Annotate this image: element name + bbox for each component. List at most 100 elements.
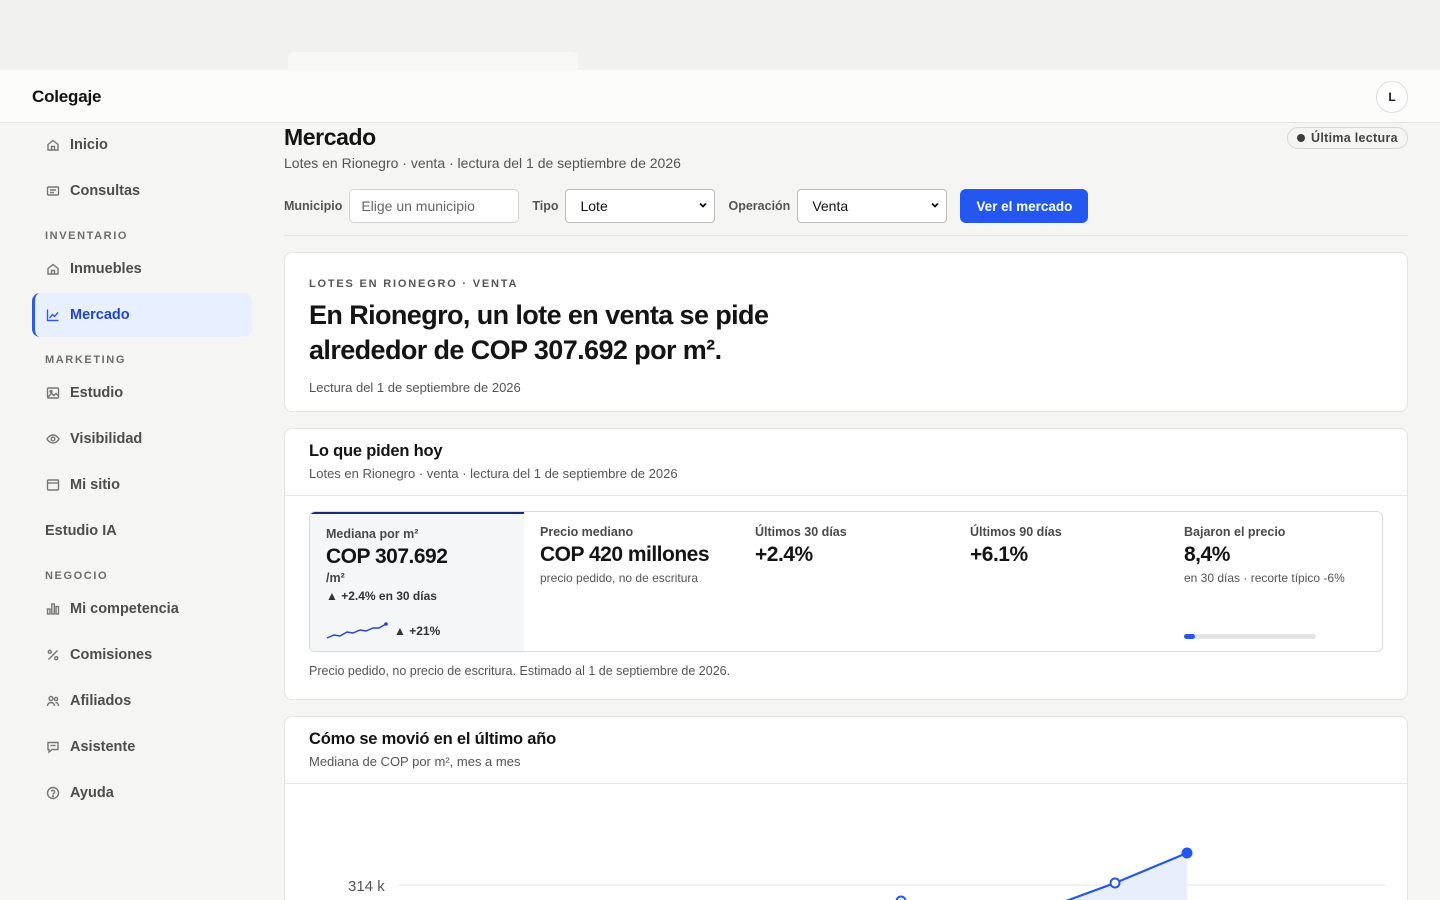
avatar[interactable]: L bbox=[1376, 81, 1408, 113]
sparkline-line bbox=[326, 623, 387, 639]
sidebar-item-mercado[interactable]: Mercado bbox=[32, 293, 252, 337]
stat-value: 8,4% bbox=[1184, 543, 1230, 566]
chat-icon bbox=[46, 740, 60, 754]
image-icon bbox=[46, 386, 60, 400]
operacion-value: Venta bbox=[812, 198, 849, 214]
sidebar-item-mi-sitio[interactable]: Mi sitio bbox=[32, 463, 252, 507]
status-dot-icon bbox=[1297, 134, 1305, 142]
card-divider bbox=[285, 495, 1407, 496]
municipio-input[interactable]: Elige un municipio bbox=[349, 189, 520, 223]
stat-label: Últimos 90 días bbox=[970, 525, 1062, 539]
price-drop-bar-fill bbox=[1184, 634, 1196, 639]
stat-mediana-m2: Mediana por m² COP 307.692 /m² ▲ +2.4% e… bbox=[310, 512, 524, 651]
sidebar-item-mi-competencia[interactable]: Mi competencia bbox=[32, 587, 252, 631]
y-tick-label: 314 k bbox=[348, 878, 385, 895]
sidebar-item-visibilidad[interactable]: Visibilidad bbox=[32, 417, 252, 461]
stat-value: COP 307.692 bbox=[326, 545, 448, 568]
brand-logo[interactable]: Colegaje bbox=[32, 87, 101, 107]
chevron-down-icon bbox=[930, 200, 940, 213]
hero-kicker: LOTES EN RIONEGRO · VENTA bbox=[309, 278, 519, 290]
trend-point[interactable] bbox=[895, 895, 907, 900]
municipio-placeholder: Elige un municipio bbox=[361, 198, 475, 214]
stat-bajaron-precio: Bajaron el precio 8,4% en 30 días · reco… bbox=[1168, 512, 1382, 651]
stat-label: Mediana por m² bbox=[326, 527, 419, 541]
stat-label: Últimos 30 días bbox=[755, 525, 847, 539]
sidebar-item-estudio[interactable]: Estudio bbox=[32, 371, 252, 415]
sidebar-item-ayuda[interactable]: Ayuda bbox=[32, 771, 252, 815]
stat-year-delta: ▲ +21% bbox=[394, 624, 441, 638]
today-title: Lo que piden hoy bbox=[309, 442, 443, 460]
stat-delta: ▲ +2.4% en 30 días bbox=[326, 589, 437, 603]
trend-chart: 314 k bbox=[285, 785, 1407, 900]
section-inventario: INVENTARIO bbox=[45, 230, 129, 242]
section-marketing: MARKETING bbox=[45, 354, 127, 366]
percent-icon bbox=[46, 648, 60, 662]
eye-icon bbox=[46, 432, 60, 446]
tipo-select[interactable]: Lote bbox=[565, 189, 716, 223]
operacion-select[interactable]: Venta bbox=[797, 189, 948, 223]
sidebar-item-label: Afiliados bbox=[70, 693, 132, 709]
sidebar-item-inmuebles[interactable]: Inmuebles bbox=[32, 247, 252, 291]
stat-unit: /m² bbox=[326, 571, 345, 585]
tipo-value: Lote bbox=[580, 198, 608, 214]
home-icon bbox=[46, 138, 60, 152]
sparkline bbox=[326, 622, 388, 639]
top-band bbox=[0, 0, 1440, 70]
municipio-label: Municipio bbox=[284, 199, 343, 213]
sparkline-row: ▲ +21% bbox=[326, 622, 440, 640]
sidebar-item-label: Consultas bbox=[70, 183, 141, 199]
sidebar-item-label: Estudio IA bbox=[45, 523, 117, 539]
stat-label: Precio mediano bbox=[540, 525, 634, 539]
stat-ultimos-30: Últimos 30 días +2.4% bbox=[739, 512, 954, 651]
hero-headline: En Rionegro, un lote en venta se pide al… bbox=[309, 300, 769, 365]
status-badge-label: Última lectura bbox=[1311, 131, 1398, 145]
sidebar-item-label: Asistente bbox=[70, 739, 136, 755]
browser-icon bbox=[46, 478, 60, 492]
hero-card: LOTES EN RIONEGRO · VENTA En Rionegro, u… bbox=[284, 252, 1408, 412]
stat-value: +6.1% bbox=[970, 543, 1028, 566]
divider bbox=[284, 235, 1408, 236]
status-badge: Última lectura bbox=[1287, 127, 1408, 149]
trend-title: Cómo se movió en el último año bbox=[309, 730, 557, 748]
today-subtitle: Lotes en Rionegro · venta · lectura del … bbox=[309, 466, 678, 481]
stats-panel: Mediana por m² COP 307.692 /m² ▲ +2.4% e… bbox=[309, 511, 1383, 652]
sidebar-item-label: Inmuebles bbox=[70, 261, 142, 277]
chart-icon bbox=[46, 308, 60, 322]
filter-bar: Municipio Elige un municipio Tipo Lote O… bbox=[284, 189, 1089, 223]
today-card: Lo que piden hoy Lotes en Rionegro · ven… bbox=[284, 428, 1408, 700]
page-title: Mercado bbox=[284, 124, 376, 150]
stat-label: Bajaron el precio bbox=[1184, 525, 1286, 539]
stat-value: +2.4% bbox=[755, 543, 813, 566]
sidebar-item-label: Mi competencia bbox=[70, 601, 179, 617]
sidebar-item-consultas[interactable]: Consultas bbox=[32, 169, 252, 213]
stat-value: COP 420 millones bbox=[540, 543, 710, 566]
sidebar-item-estudio-ia[interactable]: Estudio IA bbox=[32, 509, 252, 553]
stat-note: en 30 días · recorte típico -6% bbox=[1184, 571, 1345, 585]
sidebar-item-afiliados[interactable]: Afiliados bbox=[32, 679, 252, 723]
trend-subtitle: Mediana de COP por m², mes a mes bbox=[309, 754, 521, 769]
trend-point[interactable] bbox=[1109, 877, 1121, 889]
inbox-icon bbox=[46, 184, 60, 198]
house-icon bbox=[46, 262, 60, 276]
sidebar-item-label: Comisiones bbox=[70, 647, 153, 663]
sidebar-item-comisiones[interactable]: Comisiones bbox=[32, 633, 252, 677]
bars-icon bbox=[46, 602, 60, 616]
sidebar-item-inicio[interactable]: Inicio bbox=[32, 123, 252, 167]
sidebar-item-label: Mercado bbox=[70, 307, 130, 323]
ver-mercado-button[interactable]: Ver el mercado bbox=[960, 189, 1089, 223]
sidebar-item-label: Mi sitio bbox=[70, 477, 120, 493]
section-negocio: NEGOCIO bbox=[45, 570, 109, 582]
stat-ultimos-90: Últimos 90 días +6.1% bbox=[954, 512, 1169, 651]
stats-footnote: Precio pedido, no precio de escritura. E… bbox=[309, 664, 731, 678]
trend-card: Cómo se movió en el último año Mediana d… bbox=[284, 716, 1408, 900]
sidebar-item-label: Visibilidad bbox=[70, 431, 143, 447]
price-drop-bar bbox=[1184, 634, 1316, 639]
operacion-label: Operación bbox=[728, 199, 791, 213]
trend-point-latest[interactable] bbox=[1181, 847, 1193, 859]
stat-precio-mediano: Precio mediano COP 420 millones precio p… bbox=[524, 512, 739, 651]
sidebar-item-asistente[interactable]: Asistente bbox=[32, 725, 252, 769]
chevron-down-icon bbox=[698, 200, 708, 213]
trend-area bbox=[1068, 853, 1187, 900]
sidebar-item-label: Ayuda bbox=[70, 785, 114, 801]
users-icon bbox=[46, 694, 60, 708]
